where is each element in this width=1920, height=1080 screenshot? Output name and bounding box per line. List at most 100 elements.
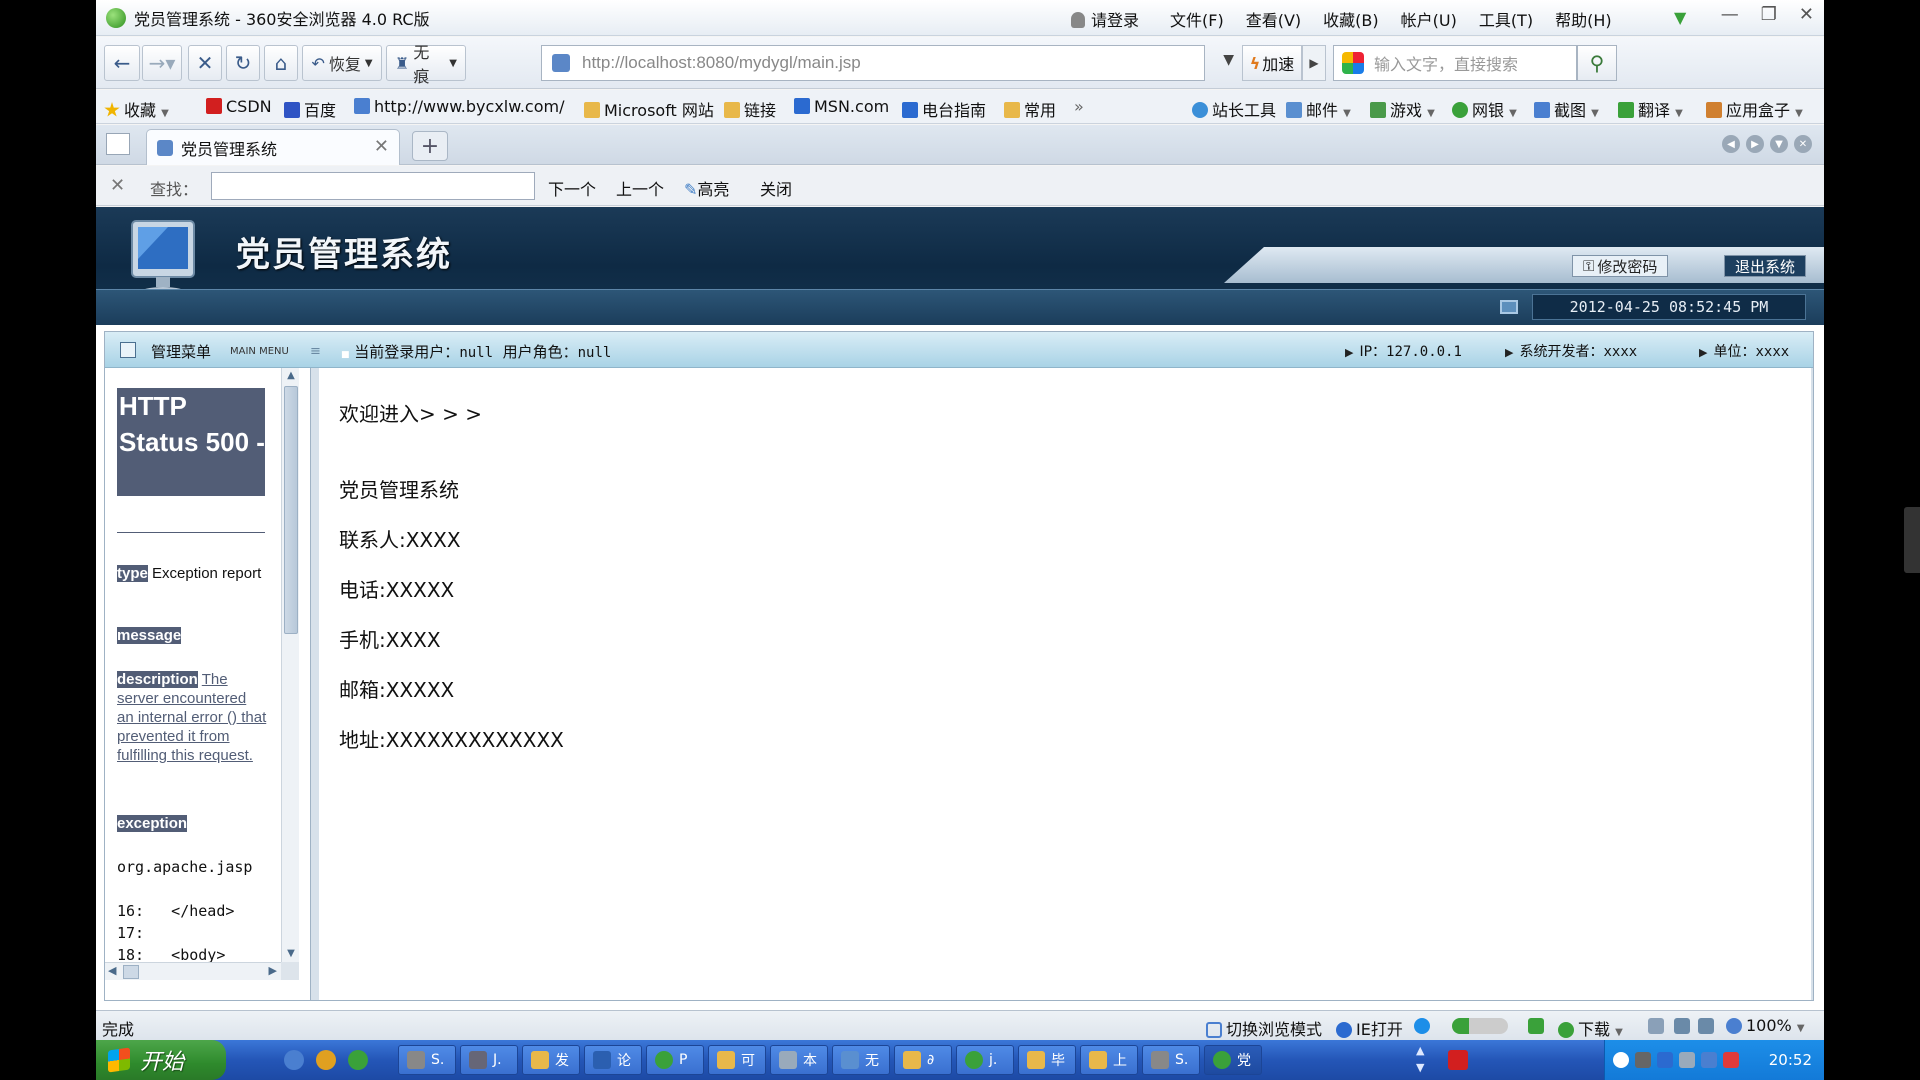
login-button[interactable]: 请登录 bbox=[1071, 7, 1139, 31]
taskbar-item[interactable]: 无 bbox=[832, 1045, 890, 1075]
taskbar-scroll-icon[interactable]: ▲ ▼ bbox=[1416, 1042, 1424, 1076]
toggle-icon[interactable] bbox=[1452, 1016, 1512, 1035]
go-button[interactable]: ▶ bbox=[1302, 45, 1326, 81]
find-close-button[interactable]: 关闭 bbox=[760, 176, 792, 200]
tool-webmaster[interactable]: 站长工具 bbox=[1192, 97, 1276, 121]
fav-item-radio[interactable]: 电台指南 bbox=[902, 97, 986, 121]
menu-account[interactable]: 帐户(U) bbox=[1401, 7, 1457, 31]
fav-item-csdn[interactable]: CSDN bbox=[206, 97, 272, 116]
scroll-up-icon[interactable]: ▲ bbox=[283, 368, 299, 384]
taskbar-item[interactable]: 可 bbox=[708, 1045, 766, 1075]
fav-item-links[interactable]: 链接 bbox=[724, 97, 776, 121]
scroll-right-icon[interactable]: ▶ bbox=[269, 964, 277, 977]
taskbar-item[interactable]: S. bbox=[398, 1045, 456, 1075]
tab-scroll-left-icon[interactable]: ◀ bbox=[1722, 135, 1740, 153]
menu-favorites[interactable]: 收藏(B) bbox=[1323, 7, 1378, 31]
vertical-scrollbar[interactable]: ▲ ▼ bbox=[281, 368, 299, 962]
fav-item-baidu[interactable]: 百度 bbox=[284, 97, 336, 121]
find-input[interactable] bbox=[211, 172, 535, 200]
search-button[interactable]: ⚲ bbox=[1577, 45, 1617, 81]
fav-item-microsoft[interactable]: Microsoft 网站 bbox=[584, 97, 714, 121]
tray-security-icon[interactable] bbox=[1723, 1052, 1739, 1068]
find-next-button[interactable]: 下一个 bbox=[548, 176, 596, 200]
taskbar-item[interactable]: 毕 bbox=[1018, 1045, 1076, 1075]
tray-app-icon[interactable] bbox=[1635, 1052, 1651, 1068]
find-close-icon[interactable]: ✕ bbox=[110, 175, 125, 196]
tab-close-icon[interactable]: ✕ bbox=[374, 136, 389, 157]
menu-tools[interactable]: 工具(T) bbox=[1479, 7, 1533, 31]
tab-close-all-icon[interactable]: ✕ bbox=[1794, 135, 1812, 153]
taskbar-item[interactable]: j. bbox=[956, 1045, 1014, 1075]
fav-item-msn[interactable]: MSN.com bbox=[794, 97, 889, 116]
zoom-control[interactable]: 100% ▼ bbox=[1726, 1016, 1805, 1035]
no-trace-button[interactable]: ♜ 无痕 ▼ bbox=[386, 43, 466, 86]
minimize-button[interactable]: — bbox=[1721, 4, 1739, 25]
horizontal-scrollbar[interactable]: ◀ ▶ bbox=[105, 962, 281, 980]
taskbar-item[interactable]: 上 bbox=[1080, 1045, 1138, 1075]
taskbar-item[interactable]: 论 bbox=[584, 1045, 642, 1075]
globe-icon[interactable] bbox=[1414, 1016, 1434, 1035]
menu-frame[interactable]: HTTP Status 500 - type Exception report … bbox=[105, 368, 311, 1000]
fav-item-bycxlw[interactable]: http://www.bycxlw.com/ bbox=[354, 97, 565, 116]
quicklaunch-browser-icon[interactable] bbox=[348, 1050, 368, 1070]
address-bar[interactable]: http://localhost:8080/mydygl/main.jsp ▼ bbox=[541, 45, 1234, 81]
quicklaunch-app-icon[interactable] bbox=[316, 1050, 336, 1070]
menu-help[interactable]: 帮助(H) bbox=[1555, 7, 1612, 31]
tray-network-icon[interactable] bbox=[1657, 1052, 1673, 1068]
tab-scroll-right-icon[interactable]: ▶ bbox=[1746, 135, 1764, 153]
restore-button[interactable]: ↶ 恢复 ▼ bbox=[302, 45, 382, 81]
news-icon[interactable] bbox=[1528, 1016, 1548, 1035]
fav-item-common[interactable]: 常用 bbox=[1004, 97, 1056, 121]
stop-button[interactable]: ✕ bbox=[188, 45, 222, 81]
tool-screenshot[interactable]: 截图 ▼ bbox=[1534, 97, 1599, 121]
taskbar-item[interactable]: 发 bbox=[522, 1045, 580, 1075]
print-icon[interactable] bbox=[1674, 1016, 1694, 1035]
quicklaunch-desktop-icon[interactable] bbox=[284, 1050, 304, 1070]
home-button[interactable]: ⌂ bbox=[264, 45, 298, 81]
menu-file[interactable]: 文件(F) bbox=[1170, 7, 1224, 31]
tab-list-icon[interactable]: ▼ bbox=[1770, 135, 1788, 153]
side-panel-handle[interactable] bbox=[1904, 507, 1920, 573]
maximize-button[interactable]: ❐ bbox=[1761, 4, 1777, 25]
forward-button[interactable]: →▾ bbox=[142, 45, 182, 81]
find-highlight-button[interactable]: ✎高亮 bbox=[684, 176, 729, 200]
tool-app-box[interactable]: 应用盒子 ▼ bbox=[1706, 97, 1803, 121]
ie-open-button[interactable]: IE打开 bbox=[1336, 1016, 1403, 1040]
taskbar-item-active[interactable]: 党 bbox=[1204, 1045, 1262, 1075]
sidebar-toggle-button[interactable] bbox=[106, 133, 130, 155]
taskbar-item[interactable]: 本 bbox=[770, 1045, 828, 1075]
menu-view[interactable]: 查看(V) bbox=[1246, 7, 1301, 31]
tool-mail[interactable]: 邮件 ▼ bbox=[1286, 97, 1351, 121]
refresh-button[interactable]: ↻ bbox=[226, 45, 260, 81]
tray-expand-icon[interactable] bbox=[1613, 1052, 1629, 1068]
tool-banking[interactable]: 网银 ▼ bbox=[1452, 97, 1517, 121]
search-engine-icon[interactable] bbox=[1342, 52, 1364, 74]
tool-games[interactable]: 游戏 ▼ bbox=[1370, 97, 1435, 121]
find-prev-button[interactable]: 上一个 bbox=[616, 176, 664, 200]
download-button[interactable]: 下载 ▼ bbox=[1558, 1016, 1623, 1040]
speed-up-button[interactable]: ϟ 加速 bbox=[1242, 45, 1302, 81]
tool-translate[interactable]: 翻译 ▼ bbox=[1618, 97, 1683, 121]
url-text[interactable]: http://localhost:8080/mydygl/main.jsp bbox=[582, 53, 861, 73]
trash-icon[interactable] bbox=[1648, 1016, 1668, 1035]
scroll-thumb[interactable] bbox=[123, 965, 139, 979]
taskbar-item[interactable]: ∂ bbox=[894, 1045, 952, 1075]
change-password-button[interactable]: ⚿ 修改密码 bbox=[1572, 255, 1669, 277]
taskbar-item[interactable]: S. bbox=[1142, 1045, 1200, 1075]
tray-volume-icon[interactable] bbox=[1679, 1052, 1695, 1068]
address-dropdown-icon[interactable]: ▼ bbox=[1223, 52, 1234, 68]
switch-mode-button[interactable]: 切换浏览模式 bbox=[1206, 1016, 1322, 1040]
close-window-button[interactable]: ✕ bbox=[1799, 4, 1814, 25]
fav-item-collect[interactable]: 收藏 ▼ bbox=[104, 97, 169, 121]
new-tab-button[interactable]: + bbox=[412, 131, 448, 161]
taskbar-item[interactable]: Р bbox=[646, 1045, 704, 1075]
scroll-thumb[interactable] bbox=[284, 386, 298, 634]
logout-button[interactable]: 退出系统 bbox=[1724, 255, 1807, 277]
start-button[interactable]: 开始 bbox=[96, 1040, 226, 1080]
favorites-more-button[interactable]: » bbox=[1074, 97, 1084, 116]
taskbar-item[interactable]: J. bbox=[460, 1045, 518, 1075]
back-button[interactable]: ← bbox=[104, 45, 140, 81]
volume-icon[interactable] bbox=[1698, 1016, 1718, 1035]
tray-display-icon[interactable] bbox=[1701, 1052, 1717, 1068]
search-input[interactable]: 输入文字，直接搜索 bbox=[1333, 45, 1577, 81]
